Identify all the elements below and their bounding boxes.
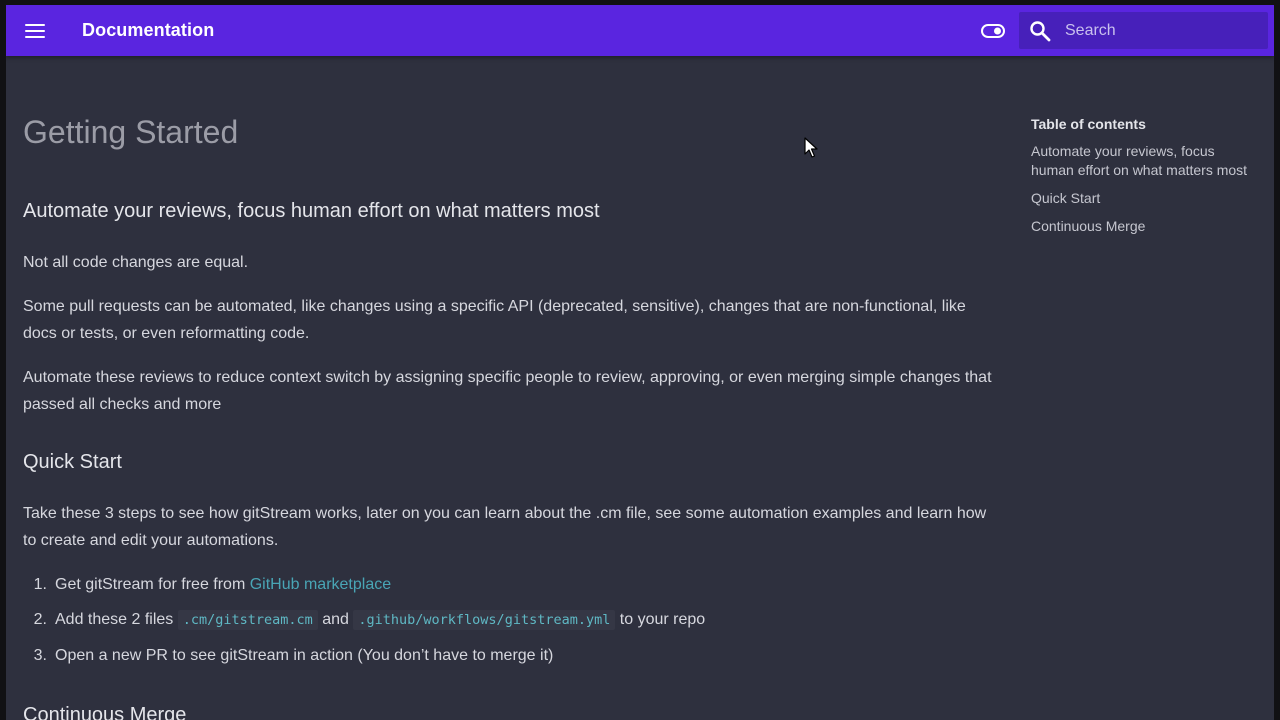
list-number: 3.	[33, 647, 47, 664]
list-text: Get gitStream for free from	[55, 576, 250, 593]
list-text: Add these 2 files	[55, 611, 178, 628]
code-gitstream-yml: .github/workflows/gitstream.yml	[353, 610, 616, 630]
site-title[interactable]: Documentation	[82, 20, 214, 41]
paragraph: Some pull requests can be automated, lik…	[23, 298, 966, 342]
search-input[interactable]	[1065, 20, 1255, 42]
section-heading-continuous-merge: Continuous Merge	[23, 704, 187, 720]
mouse-pointer-icon	[804, 137, 818, 159]
list-item: 3. Open a new PR to see gitStream in acti…	[23, 645, 983, 667]
toc-link-automate[interactable]: Automate your reviews, focus human effor…	[1031, 142, 1251, 180]
toggle-switch-icon[interactable]	[980, 21, 1006, 41]
toc-link-continuous-merge[interactable]: Continuous Merge	[1031, 217, 1251, 236]
list-text: and	[317, 611, 354, 628]
list-number: 2.	[33, 611, 47, 628]
toc-link-quick-start[interactable]: Quick Start	[1031, 189, 1251, 208]
github-marketplace-link[interactable]: GitHub marketplace	[250, 576, 391, 593]
toc-title: Table of contents	[1031, 116, 1146, 132]
list-number: 1.	[33, 576, 47, 593]
list-text: Open a new PR to see gitStream in action…	[55, 647, 554, 664]
paragraph: Take these 3 steps to see how gitStream …	[23, 505, 987, 549]
paragraph: Not all code changes are equal.	[23, 254, 249, 271]
hamburger-menu-icon[interactable]	[23, 20, 47, 42]
top-app-bar: Documentation	[6, 5, 1274, 56]
search-box[interactable]	[1019, 12, 1268, 49]
list-text: to your repo	[615, 611, 706, 628]
section-heading-automate: Automate your reviews, focus human effor…	[23, 200, 600, 222]
list-item: 1. Get gitStream for free from GitHub mar…	[23, 574, 983, 596]
page-title: Getting Started	[23, 114, 239, 150]
search-icon[interactable]	[1029, 20, 1051, 42]
code-gitstream-cm: .cm/gitstream.cm	[177, 610, 318, 630]
browser-viewport: Documentation Getting Started Automate y…	[6, 5, 1274, 720]
section-heading-quick-start: Quick Start	[23, 451, 122, 473]
list-item: 2. Add these 2 files .cm/gitstream.cm and…	[23, 609, 983, 631]
paragraph: Automate these reviews to reduce context…	[23, 369, 992, 413]
table-of-contents: Table of contents Automate your reviews,…	[1031, 115, 1251, 245]
